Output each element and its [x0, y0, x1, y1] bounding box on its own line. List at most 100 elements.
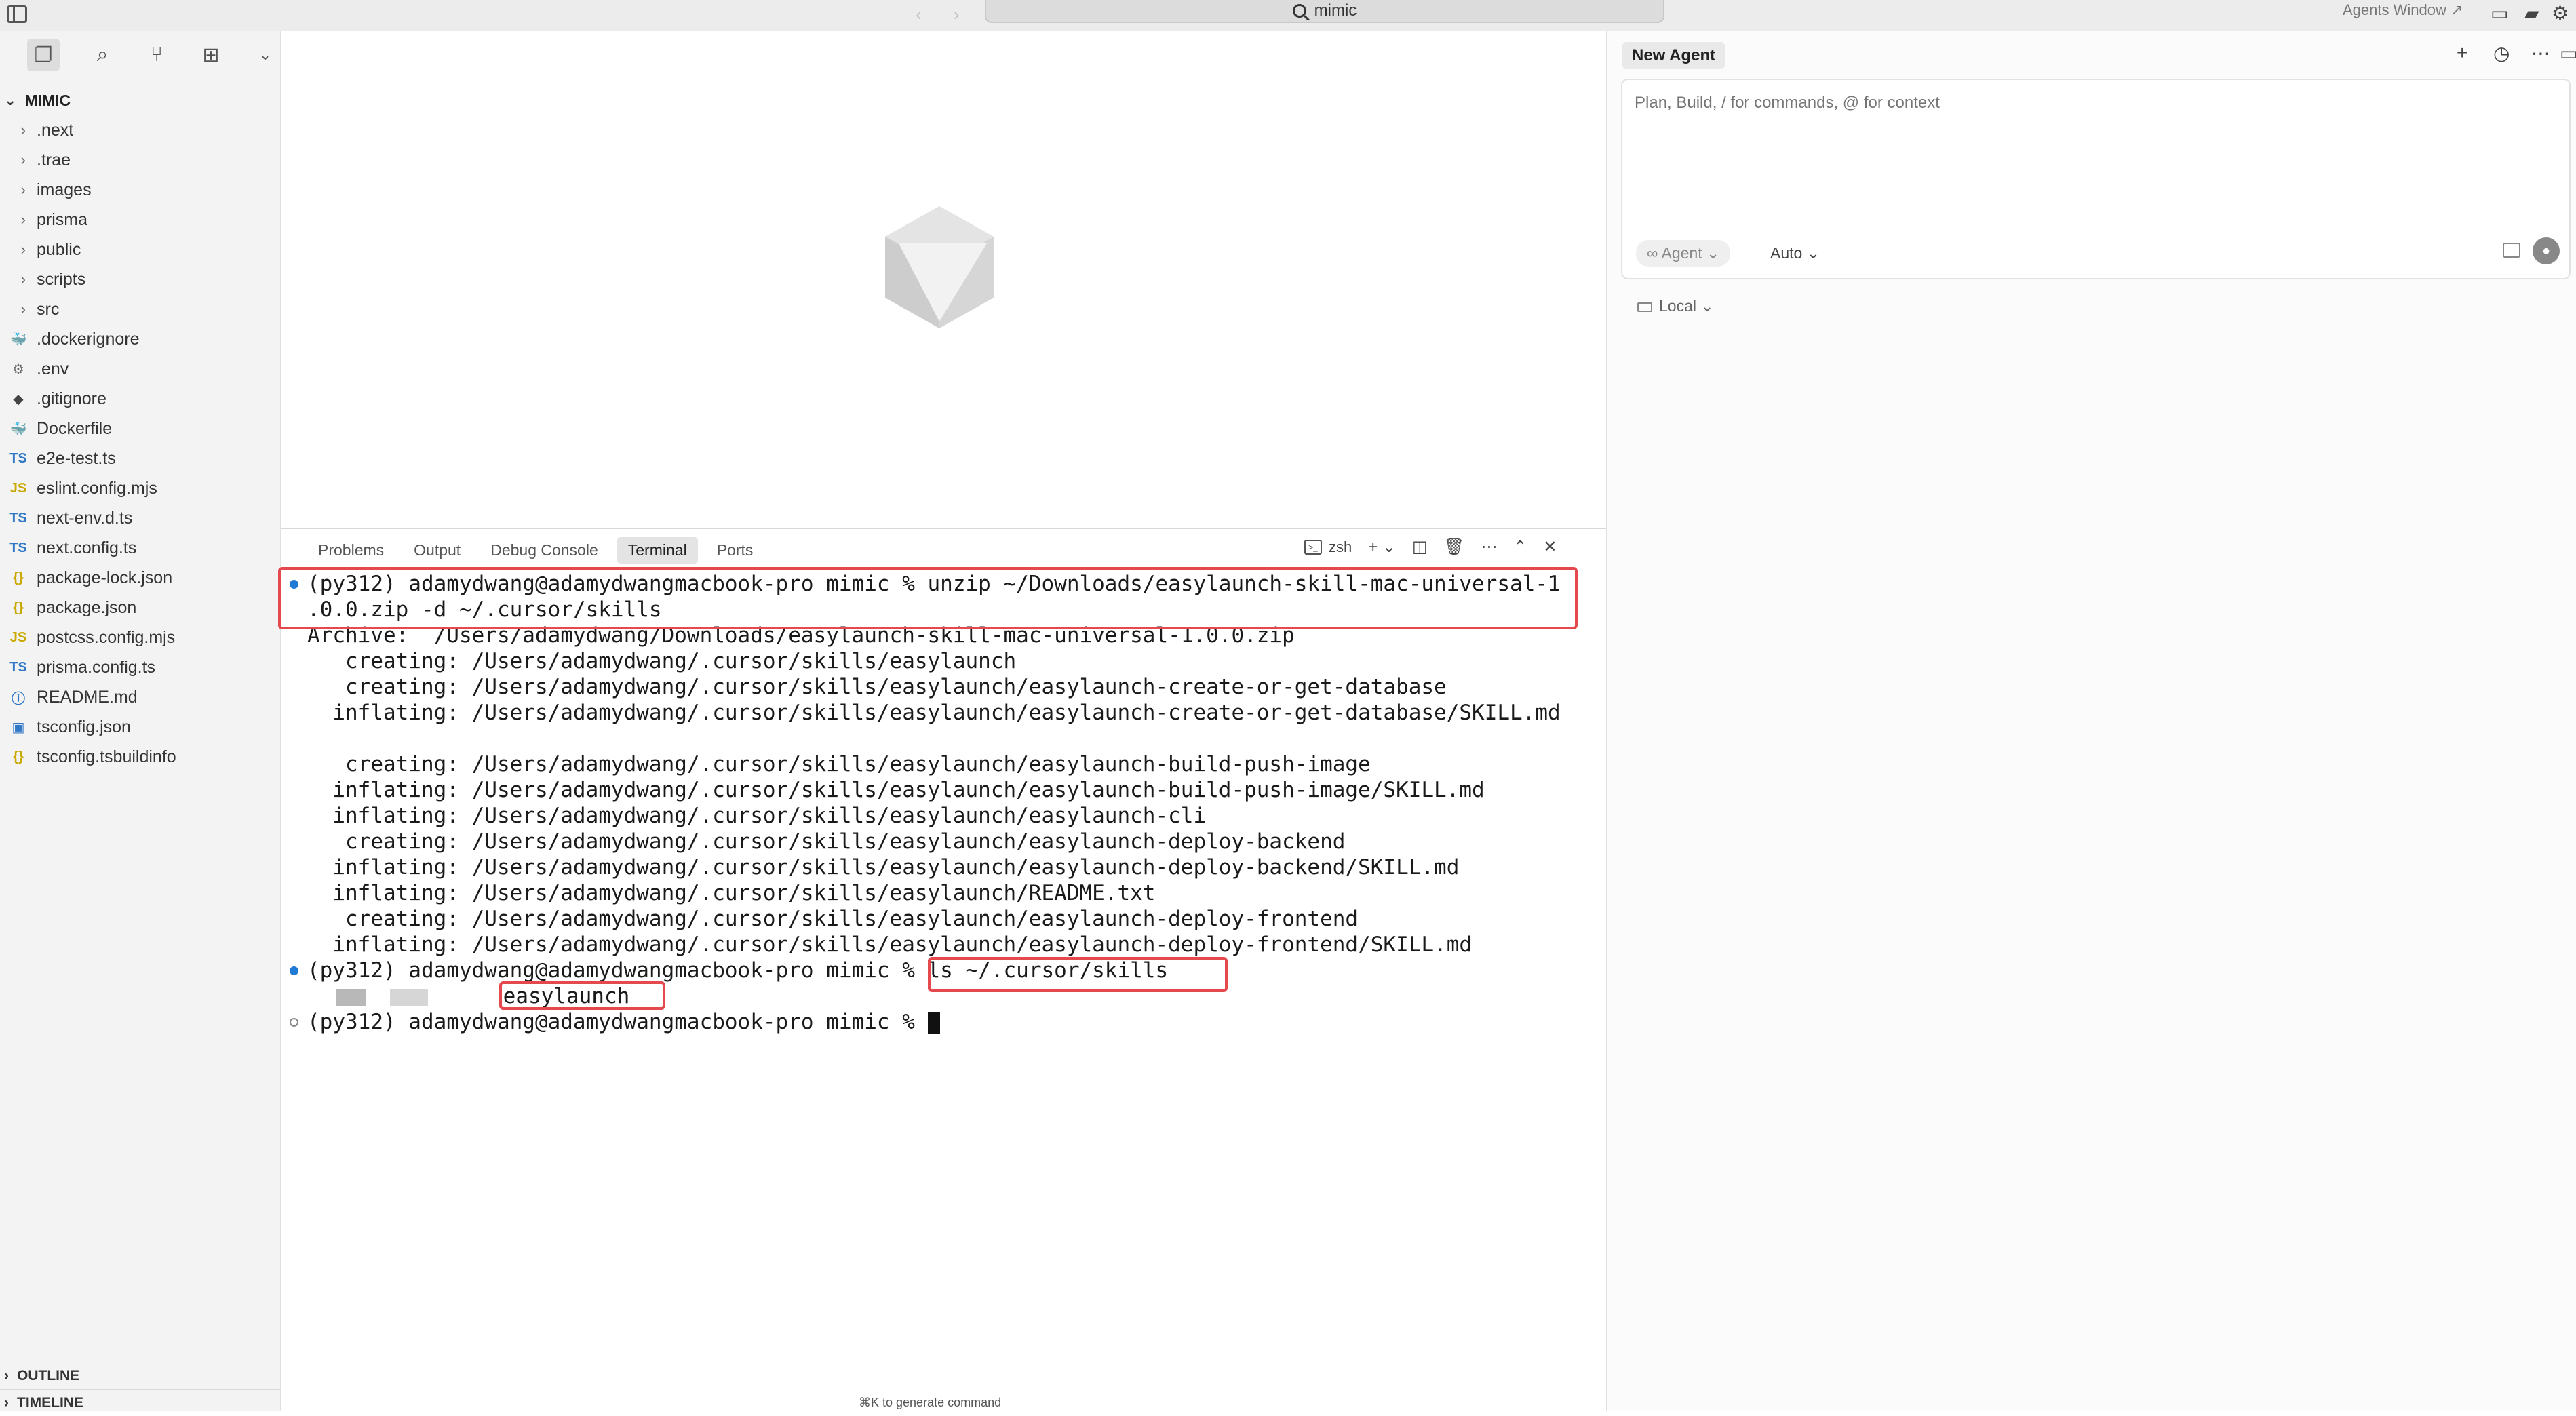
extensions-icon[interactable]: ⊞	[199, 43, 222, 66]
tree-file[interactable]: ▣ tsconfig.json	[0, 712, 281, 742]
typescript-icon: TS	[9, 659, 27, 675]
close-icon[interactable]: ✕	[1543, 537, 1557, 557]
json-icon: {}	[13, 570, 24, 585]
tree-folder[interactable]: › prisma	[0, 205, 281, 235]
terminal-line: creating: /Users/adamydwang/.cursor/skil…	[281, 648, 1606, 674]
gear-icon: ⚙	[12, 361, 24, 377]
highlight-ls-command	[928, 957, 1228, 992]
nav-arrows[interactable]: ‹ ›	[916, 4, 973, 25]
terminal-shell-selector[interactable]: >_ zsh	[1304, 538, 1352, 556]
panel-tab-problems[interactable]: Problems	[307, 537, 395, 564]
tree-folder[interactable]: › images	[0, 175, 281, 205]
toggle-panel-icon[interactable]: ▭	[2560, 42, 2576, 64]
panel-tab-ports[interactable]: Ports	[706, 537, 764, 564]
agent-mode-selector[interactable]: ∞ Agent ⌄	[1636, 240, 1731, 267]
laptop-icon	[1637, 302, 1652, 312]
root-folder-label: MIMIC	[24, 91, 71, 109]
tree-file[interactable]: JS eslint.config.mjs	[0, 473, 281, 503]
new-agent-tab[interactable]: New Agent	[1622, 42, 1725, 69]
search-icon[interactable]: ⌕	[91, 43, 114, 66]
panel-tab-debug-console[interactable]: Debug Console	[480, 537, 609, 564]
chevron-down-icon: ⌄	[4, 92, 17, 109]
chevron-right-icon: ›	[20, 300, 26, 317]
cursor-logo-icon	[885, 206, 994, 328]
command-center-search[interactable]: mimic	[985, 0, 1664, 23]
tree-item-label: package-lock.json	[37, 568, 173, 587]
microphone-icon[interactable]: ●	[2533, 237, 2560, 264]
typescript-icon: TS	[9, 540, 27, 555]
chevron-right-icon: ›	[20, 241, 26, 258]
tree-file[interactable]: 🐳 Dockerfile	[0, 414, 281, 444]
editor-area	[281, 31, 1606, 528]
tree-folder[interactable]: › .next	[0, 115, 281, 145]
terminal-line-text: creating: /Users/adamydwang/.cursor/skil…	[307, 829, 1346, 854]
tree-file[interactable]: {} package-lock.json	[0, 563, 281, 593]
tree-folder[interactable]: › src	[0, 294, 281, 324]
tree-file[interactable]: JS postcss.config.mjs	[0, 623, 281, 652]
docker-icon: 🐳	[9, 332, 27, 347]
redacted-block	[390, 988, 428, 1006]
agent-prompt-input[interactable]	[1635, 94, 2543, 113]
split-terminal-icon[interactable]: ◫	[1412, 537, 1428, 557]
tree-item-label: tsconfig.tsbuildinfo	[37, 747, 176, 766]
panel-tab-terminal[interactable]: Terminal	[617, 537, 698, 564]
terminal-line-text: creating: /Users/adamydwang/.cursor/skil…	[307, 649, 1017, 673]
tree-item-label: .trae	[37, 150, 71, 170]
plus-icon[interactable]: +	[2457, 42, 2467, 64]
tree-file[interactable]: TS prisma.config.ts	[0, 652, 281, 682]
terminal-line: creating: /Users/adamydwang/.cursor/skil…	[281, 751, 1606, 777]
workspace-name: mimic	[1314, 1, 1357, 20]
terminal-line: inflating: /Users/adamydwang/.cursor/ski…	[281, 880, 1606, 906]
tree-file[interactable]: TS e2e-test.ts	[0, 444, 281, 473]
javascript-icon: JS	[9, 480, 27, 496]
tree-file[interactable]: ⚙ .env	[0, 354, 281, 384]
maximize-panel-icon[interactable]: ⌃	[1513, 537, 1527, 557]
explorer-root-folder[interactable]: ⌄ MIMIC	[0, 85, 281, 115]
tree-file[interactable]: ⓘ README.md	[0, 682, 281, 712]
chevron-right-icon: ›	[20, 211, 26, 228]
command-status-dot	[290, 1018, 298, 1027]
chevron-down-icon[interactable]: ⌄	[254, 43, 277, 66]
history-icon[interactable]: ◷	[2493, 42, 2510, 64]
location-selector[interactable]: Local ⌄	[1637, 297, 1714, 315]
more-icon[interactable]: ⋯	[1481, 537, 1497, 557]
trash-icon[interactable]: 🗑	[1444, 537, 1464, 557]
image-attach-icon[interactable]	[2503, 243, 2520, 258]
panel-tab-output[interactable]: Output	[403, 537, 471, 564]
terminal-line: creating: /Users/adamydwang/.cursor/skil…	[281, 829, 1606, 854]
tree-folder[interactable]: › scripts	[0, 264, 281, 294]
settings-icon[interactable]: ⚙	[2552, 2, 2569, 24]
chat-icon[interactable]: ▰	[2524, 2, 2539, 24]
tree-item-label: next.config.ts	[37, 538, 137, 557]
terminal-line-text: inflating: /Users/adamydwang/.cursor/ski…	[307, 701, 1561, 725]
explorer-icon[interactable]: ❐	[27, 39, 60, 71]
tree-file[interactable]: TS next-env.d.ts	[0, 503, 281, 533]
new-terminal-icon[interactable]: + ⌄	[1368, 537, 1396, 557]
terminal-line: inflating: /Users/adamydwang/.cursor/ski…	[281, 803, 1606, 829]
timeline-section[interactable]: › TIMELINE	[0, 1389, 281, 1416]
more-icon[interactable]: ⋯	[2531, 42, 2550, 64]
tree-file[interactable]: TS next.config.ts	[0, 533, 281, 563]
tree-folder[interactable]: › public	[0, 235, 281, 264]
source-control-icon[interactable]: ⑂	[145, 43, 168, 66]
toggle-sidebar-icon[interactable]	[7, 5, 27, 23]
chevron-right-icon: ›	[4, 1367, 9, 1383]
tree-file[interactable]: 🐳 .dockerignore	[0, 324, 281, 354]
model-selector[interactable]: Auto ⌄	[1770, 244, 1820, 262]
tree-file[interactable]: ◆ .gitignore	[0, 384, 281, 414]
outline-section[interactable]: › OUTLINE	[0, 1362, 281, 1389]
tree-file[interactable]: {} tsconfig.tsbuildinfo	[0, 742, 281, 772]
tree-item-label: .dockerignore	[37, 329, 140, 349]
tsconfig-icon: ▣	[12, 720, 25, 735]
generate-command-hint: ⌘K to generate command	[859, 1396, 1002, 1409]
terminal-line: inflating: /Users/adamydwang/.cursor/ski…	[281, 932, 1606, 958]
tree-file[interactable]: {} package.json	[0, 593, 281, 623]
tree-item-label: README.md	[37, 687, 138, 707]
toggle-panel-icon[interactable]: ▭	[2491, 2, 2508, 24]
agents-window-link[interactable]: Agents Window ↗	[2343, 1, 2463, 19]
terminal-line-text: (py312) adamydwang@adamydwangmacbook-pro…	[307, 1010, 928, 1034]
tree-folder[interactable]: › .trae	[0, 145, 281, 175]
typescript-icon: TS	[9, 510, 27, 526]
tree-item-label: prisma.config.ts	[37, 657, 156, 677]
command-status-dot	[290, 966, 298, 975]
